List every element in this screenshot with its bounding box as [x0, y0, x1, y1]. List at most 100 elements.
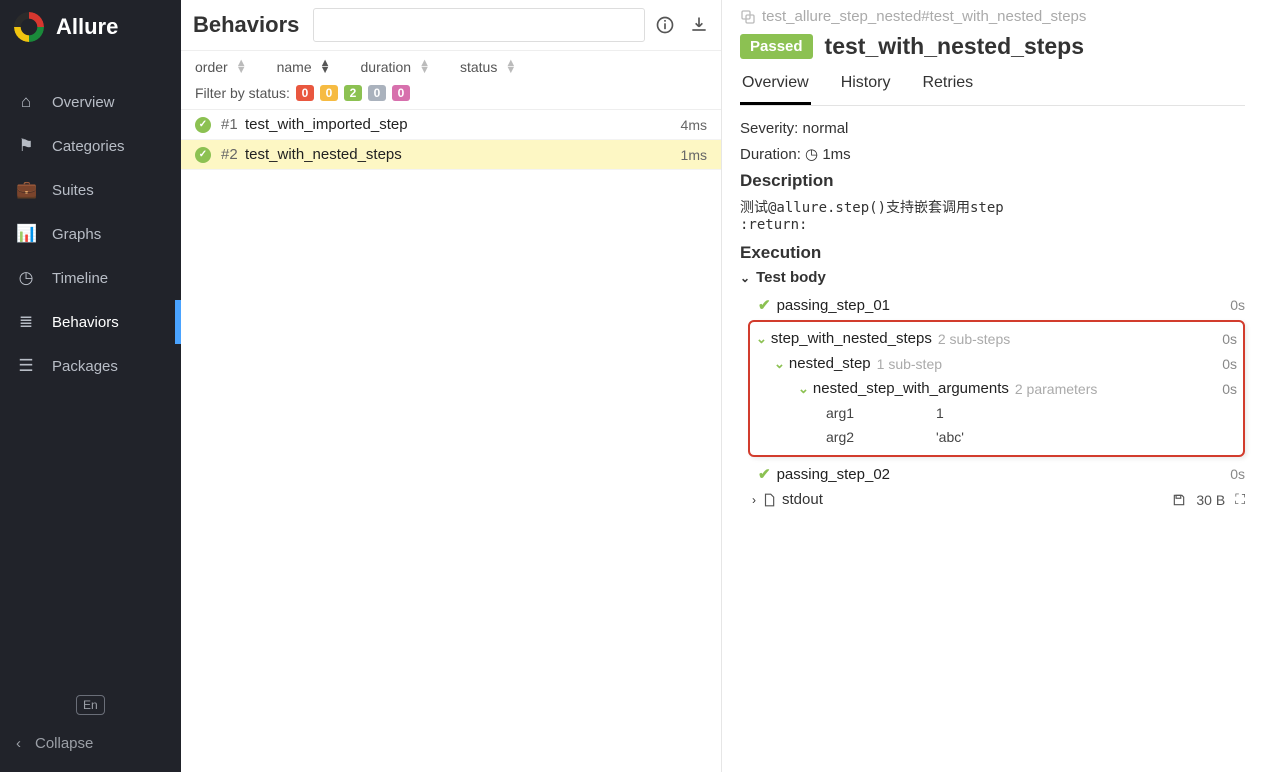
sidebar-item-label: Graphs	[52, 226, 101, 243]
description-heading: Description	[740, 171, 1245, 191]
step-name: passing_step_01	[777, 297, 890, 314]
sort-arrows-icon: ▲▼	[236, 60, 247, 74]
sort-label: name	[277, 59, 312, 75]
status-passed-icon: ✔	[758, 296, 771, 314]
severity-value: normal	[803, 120, 849, 137]
chevron-right-icon: ›	[752, 493, 756, 507]
param-value: 1	[936, 405, 944, 421]
step-name: passing_step_02	[777, 466, 890, 483]
file-icon	[762, 492, 776, 508]
panel-title: Behaviors	[193, 12, 299, 38]
sort-order[interactable]: order ▲▼	[195, 59, 247, 75]
panel-header: Behaviors	[181, 0, 721, 51]
test-list-panel: Behaviors order ▲▼ name ▲▼ duration ▲▼ s…	[181, 0, 722, 772]
step-row[interactable]: ⌄ step_with_nested_steps 2 sub-steps 0s	[756, 326, 1237, 351]
param-row: arg1 1	[756, 401, 1237, 425]
info-icon[interactable]	[655, 15, 675, 35]
test-body-toggle[interactable]: ⌄ Test body	[740, 269, 1245, 286]
step-name: step_with_nested_steps	[771, 330, 932, 347]
sidebar-footer: En ‹ Collapse	[0, 695, 181, 772]
test-duration: 1ms	[681, 147, 707, 163]
param-value: 'abc'	[936, 429, 964, 445]
sidebar-item-packages[interactable]: ☰ Packages	[0, 344, 181, 388]
collapse-button[interactable]: ‹ Collapse	[16, 735, 165, 752]
status-passed-icon: ✓	[195, 117, 211, 133]
status-filter-failed[interactable]: 0	[296, 85, 314, 101]
step-name: nested_step_with_arguments	[813, 380, 1009, 397]
attachment-size: 30 B	[1196, 492, 1225, 508]
test-duration: 4ms	[681, 117, 707, 133]
sidebar-item-label: Timeline	[52, 270, 108, 287]
step-duration: 0s	[1222, 356, 1237, 372]
chevron-down-icon: ⌄	[774, 356, 785, 372]
step-name: nested_step	[789, 355, 871, 372]
step-row[interactable]: ✔ passing_step_01 0s	[740, 292, 1245, 318]
sidebar-item-suites[interactable]: 💼 Suites	[0, 168, 181, 212]
collapse-label: Collapse	[35, 735, 93, 752]
sidebar-item-timeline[interactable]: ◷ Timeline	[0, 256, 181, 300]
test-name: test_with_nested_steps	[245, 146, 681, 163]
severity-label: Severity:	[740, 120, 798, 137]
search-input[interactable]	[313, 8, 645, 42]
tab-overview[interactable]: Overview	[740, 68, 811, 105]
status-filter-unknown[interactable]: 0	[392, 85, 410, 101]
language-selector[interactable]: En	[76, 695, 105, 715]
description-text: 测试@allure.step()支持嵌套调用step :return:	[740, 197, 1245, 233]
param-row: arg2 'abc'	[756, 425, 1237, 449]
brand-title: Allure	[56, 14, 118, 40]
status-passed-icon: ✔	[758, 465, 771, 483]
duration-label: Duration:	[740, 146, 801, 163]
sidebar-item-categories[interactable]: ⚑ Categories	[0, 124, 181, 168]
step-substeps: 1 sub-step	[877, 356, 942, 372]
step-duration: 0s	[1230, 297, 1245, 313]
link-icon[interactable]	[740, 9, 756, 25]
sort-duration[interactable]: duration ▲▼	[361, 59, 430, 75]
chevron-down-icon: ⌄	[740, 271, 750, 285]
filter-row: Filter by status: 0 0 2 0 0	[181, 81, 721, 110]
flag-icon: ⚑	[16, 136, 36, 156]
home-icon: ⌂	[16, 92, 36, 112]
test-row[interactable]: ✓ #2 test_with_nested_steps 1ms	[181, 140, 721, 170]
step-row[interactable]: ⌄ nested_step 1 sub-step 0s	[756, 351, 1237, 376]
sort-label: status	[460, 59, 497, 75]
step-duration: 0s	[1230, 466, 1245, 482]
step-row[interactable]: ⌄ nested_step_with_arguments 2 parameter…	[756, 376, 1237, 401]
sort-label: duration	[361, 59, 412, 75]
sidebar-item-label: Behaviors	[52, 314, 119, 331]
tab-history[interactable]: History	[839, 68, 893, 105]
sidebar-item-behaviors[interactable]: ≣ Behaviors	[0, 300, 181, 344]
status-passed-icon: ✓	[195, 147, 211, 163]
sort-status[interactable]: status ▲▼	[460, 59, 516, 75]
sidebar-item-label: Packages	[52, 358, 118, 375]
duration-value: 1ms	[822, 146, 850, 163]
status-filter-passed[interactable]: 2	[344, 85, 362, 101]
header-actions	[655, 15, 709, 35]
test-index: #1	[221, 116, 245, 133]
sidebar-item-label: Suites	[52, 182, 94, 199]
execution-heading: Execution	[740, 243, 1245, 263]
title-row: Passed test_with_nested_steps	[740, 33, 1245, 60]
test-title: test_with_nested_steps	[825, 33, 1084, 60]
duration-kv: Duration: ◷ 1ms	[740, 145, 1245, 163]
chevron-down-icon: ⌄	[798, 381, 809, 397]
sidebar-item-overview[interactable]: ⌂ Overview	[0, 80, 181, 124]
sidebar-item-graphs[interactable]: 📊 Graphs	[0, 212, 181, 256]
tabs: Overview History Retries	[740, 68, 1245, 106]
save-icon[interactable]	[1172, 493, 1186, 507]
expand-icon[interactable]: ⛶	[1235, 491, 1245, 508]
download-icon[interactable]	[689, 15, 709, 35]
chevron-left-icon: ‹	[16, 735, 21, 752]
test-index: #2	[221, 146, 245, 163]
tab-retries[interactable]: Retries	[920, 68, 975, 105]
breadcrumb-text: test_allure_step_nested#test_with_nested…	[762, 8, 1086, 25]
step-row[interactable]: ✔ passing_step_02 0s	[740, 461, 1245, 487]
sort-label: order	[195, 59, 228, 75]
status-filter-skipped[interactable]: 0	[368, 85, 386, 101]
sort-name[interactable]: name ▲▼	[277, 59, 331, 75]
detail-panel: test_allure_step_nested#test_with_nested…	[722, 0, 1261, 772]
attachment-row[interactable]: › stdout 30 B ⛶	[740, 487, 1245, 508]
status-badge: Passed	[740, 34, 813, 59]
sidebar-nav: ⌂ Overview ⚑ Categories 💼 Suites 📊 Graph…	[0, 58, 181, 695]
test-row[interactable]: ✓ #1 test_with_imported_step 4ms	[181, 110, 721, 140]
status-filter-broken[interactable]: 0	[320, 85, 338, 101]
